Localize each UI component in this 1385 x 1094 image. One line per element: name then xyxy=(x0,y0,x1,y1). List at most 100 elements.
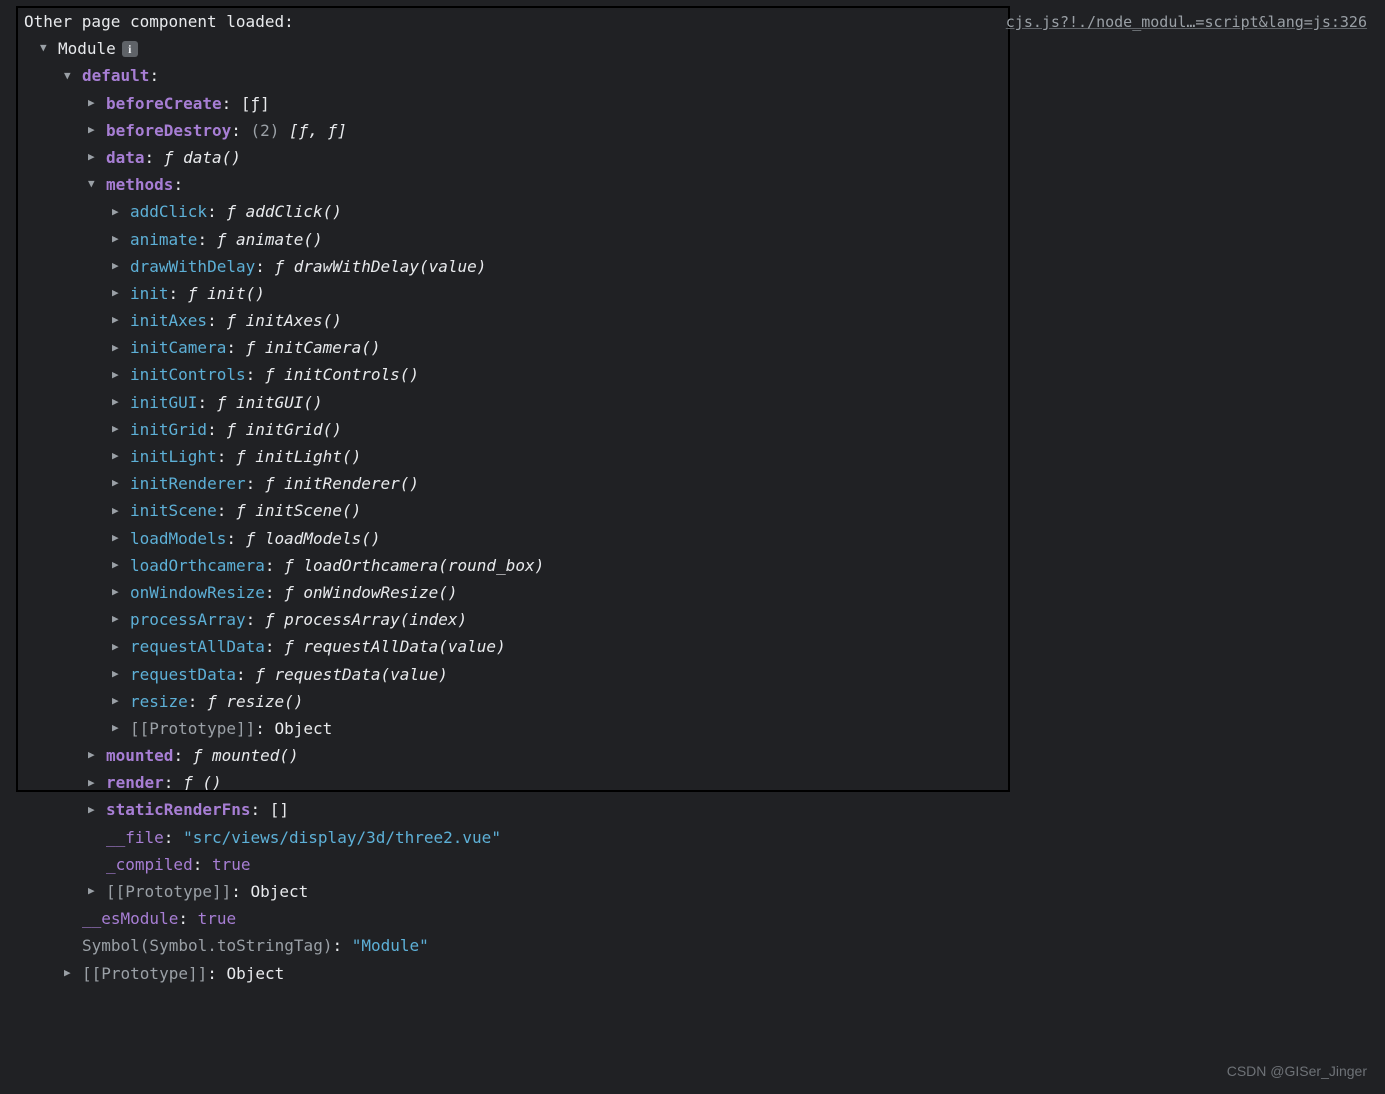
property-name: initCamera xyxy=(130,334,226,361)
property-row-prototype[interactable]: [[Prototype]]: Object xyxy=(24,960,1385,987)
expand-arrow-right-icon[interactable] xyxy=(112,447,126,466)
property-value: true xyxy=(198,905,237,932)
property-row-method[interactable]: initGrid: ƒ initGrid() xyxy=(24,416,1385,443)
expand-arrow-right-icon[interactable] xyxy=(88,121,102,140)
function-signature: resize() xyxy=(226,688,303,715)
property-row-method[interactable]: requestData: ƒ requestData(value) xyxy=(24,661,1385,688)
property-name: animate xyxy=(130,226,197,253)
expand-arrow-right-icon[interactable] xyxy=(112,420,126,439)
expand-arrow-right-icon[interactable] xyxy=(112,393,126,412)
property-row-method[interactable]: loadModels: ƒ loadModels() xyxy=(24,525,1385,552)
object-root-row[interactable]: Module i xyxy=(24,35,1385,62)
property-row-compiled[interactable]: _compiled: true xyxy=(24,851,1385,878)
property-name: loadModels xyxy=(130,525,226,552)
function-signature: processArray(index) xyxy=(284,606,467,633)
property-row-method[interactable]: resize: ƒ resize() xyxy=(24,688,1385,715)
property-row-prototype[interactable]: [[Prototype]]: Object xyxy=(24,878,1385,905)
property-row-method[interactable]: initScene: ƒ initScene() xyxy=(24,497,1385,524)
property-row-render[interactable]: render: ƒ () xyxy=(24,769,1385,796)
expand-arrow-right-icon[interactable] xyxy=(112,230,126,249)
function-signature: initGrid() xyxy=(246,416,342,443)
function-f: ƒ xyxy=(183,769,193,796)
expand-arrow-down-icon[interactable] xyxy=(88,175,102,194)
function-f: ƒ xyxy=(284,579,294,606)
expand-arrow-right-icon[interactable] xyxy=(112,583,126,602)
property-name: loadOrthcamera xyxy=(130,552,265,579)
property-name: _compiled xyxy=(106,851,193,878)
source-link[interactable]: cjs.js?!./node_modul…=script&lang=js:326 xyxy=(1006,10,1367,36)
expand-arrow-right-icon[interactable] xyxy=(112,502,126,521)
property-row-methods[interactable]: methods: xyxy=(24,171,1385,198)
property-name: render xyxy=(106,769,164,796)
expand-arrow-right-icon[interactable] xyxy=(88,882,102,901)
expand-arrow-right-icon[interactable] xyxy=(88,801,102,820)
expand-arrow-right-icon[interactable] xyxy=(112,203,126,222)
function-f: ƒ xyxy=(265,361,275,388)
property-name: initLight xyxy=(130,443,217,470)
expand-arrow-right-icon[interactable] xyxy=(112,474,126,493)
property-row-method[interactable]: drawWithDelay: ƒ drawWithDelay(value) xyxy=(24,253,1385,280)
expand-arrow-right-icon[interactable] xyxy=(64,964,78,983)
property-name: [[Prototype]] xyxy=(130,715,255,742)
expand-arrow-right-icon[interactable] xyxy=(112,284,126,303)
property-name: __file xyxy=(106,824,164,851)
console-output: Other page component loaded: Module i de… xyxy=(0,0,1385,995)
function-signature: loadOrthcamera(round_box) xyxy=(303,552,544,579)
property-row-method[interactable]: initGUI: ƒ initGUI() xyxy=(24,389,1385,416)
function-signature: initLight() xyxy=(255,443,361,470)
property-name: initRenderer xyxy=(130,470,246,497)
expand-arrow-right-icon[interactable] xyxy=(88,94,102,113)
property-name: initScene xyxy=(130,497,217,524)
expand-arrow-right-icon[interactable] xyxy=(112,638,126,657)
property-row-method[interactable]: addClick: ƒ addClick() xyxy=(24,198,1385,225)
property-name: [[Prototype]] xyxy=(82,960,207,987)
array-count: (2) xyxy=(251,117,280,144)
property-row-method[interactable]: initAxes: ƒ initAxes() xyxy=(24,307,1385,334)
property-row-beforeCreate[interactable]: beforeCreate: [ƒ] xyxy=(24,90,1385,117)
property-row-method[interactable]: initLight: ƒ initLight() xyxy=(24,443,1385,470)
property-row-prototype[interactable]: [[Prototype]]: Object xyxy=(24,715,1385,742)
property-name: processArray xyxy=(130,606,246,633)
expand-arrow-right-icon[interactable] xyxy=(112,339,126,358)
function-f: ƒ xyxy=(226,307,236,334)
property-row-file[interactable]: __file: "src/views/display/3d/three2.vue… xyxy=(24,824,1385,851)
property-row-method[interactable]: onWindowResize: ƒ onWindowResize() xyxy=(24,579,1385,606)
property-row-method[interactable]: init: ƒ init() xyxy=(24,280,1385,307)
property-row-beforeDestroy[interactable]: beforeDestroy: (2) [ƒ, ƒ] xyxy=(24,117,1385,144)
property-row-method[interactable]: animate: ƒ animate() xyxy=(24,226,1385,253)
property-row-method[interactable]: processArray: ƒ processArray(index) xyxy=(24,606,1385,633)
property-row-method[interactable]: requestAllData: ƒ requestAllData(value) xyxy=(24,633,1385,660)
expand-arrow-down-icon[interactable] xyxy=(40,39,54,58)
expand-arrow-right-icon[interactable] xyxy=(112,366,126,385)
property-row-mounted[interactable]: mounted: ƒ mounted() xyxy=(24,742,1385,769)
expand-arrow-right-icon[interactable] xyxy=(88,148,102,167)
expand-arrow-right-icon[interactable] xyxy=(112,257,126,276)
expand-arrow-right-icon[interactable] xyxy=(112,556,126,575)
info-icon[interactable]: i xyxy=(122,41,138,57)
property-row-staticRenderFns[interactable]: staticRenderFns: [] xyxy=(24,796,1385,823)
expand-arrow-right-icon[interactable] xyxy=(112,610,126,629)
property-name: initGUI xyxy=(130,389,197,416)
property-value: Object xyxy=(251,878,309,905)
expand-arrow-right-icon[interactable] xyxy=(112,719,126,738)
expand-arrow-down-icon[interactable] xyxy=(64,67,78,86)
expand-arrow-right-icon[interactable] xyxy=(88,746,102,765)
function-signature: requestAllData(value) xyxy=(303,633,505,660)
property-row-data[interactable]: data: ƒ data() xyxy=(24,144,1385,171)
property-row-method[interactable]: initCamera: ƒ initCamera() xyxy=(24,334,1385,361)
function-signature: onWindowResize() xyxy=(303,579,457,606)
function-signature: drawWithDelay(value) xyxy=(294,253,487,280)
expand-arrow-right-icon[interactable] xyxy=(112,311,126,330)
property-row-symbol[interactable]: Symbol(Symbol.toStringTag): "Module" xyxy=(24,932,1385,959)
property-row-method[interactable]: initRenderer: ƒ initRenderer() xyxy=(24,470,1385,497)
expand-arrow-right-icon[interactable] xyxy=(112,529,126,548)
function-f: ƒ xyxy=(207,688,217,715)
expand-arrow-right-icon[interactable] xyxy=(112,692,126,711)
property-row-method[interactable]: initControls: ƒ initControls() xyxy=(24,361,1385,388)
property-row-default[interactable]: default: xyxy=(24,62,1385,89)
property-row-method[interactable]: loadOrthcamera: ƒ loadOrthcamera(round_b… xyxy=(24,552,1385,579)
expand-arrow-right-icon[interactable] xyxy=(88,774,102,793)
property-row-esModule[interactable]: __esModule: true xyxy=(24,905,1385,932)
expand-arrow-right-icon[interactable] xyxy=(112,665,126,684)
property-name: requestAllData xyxy=(130,633,265,660)
